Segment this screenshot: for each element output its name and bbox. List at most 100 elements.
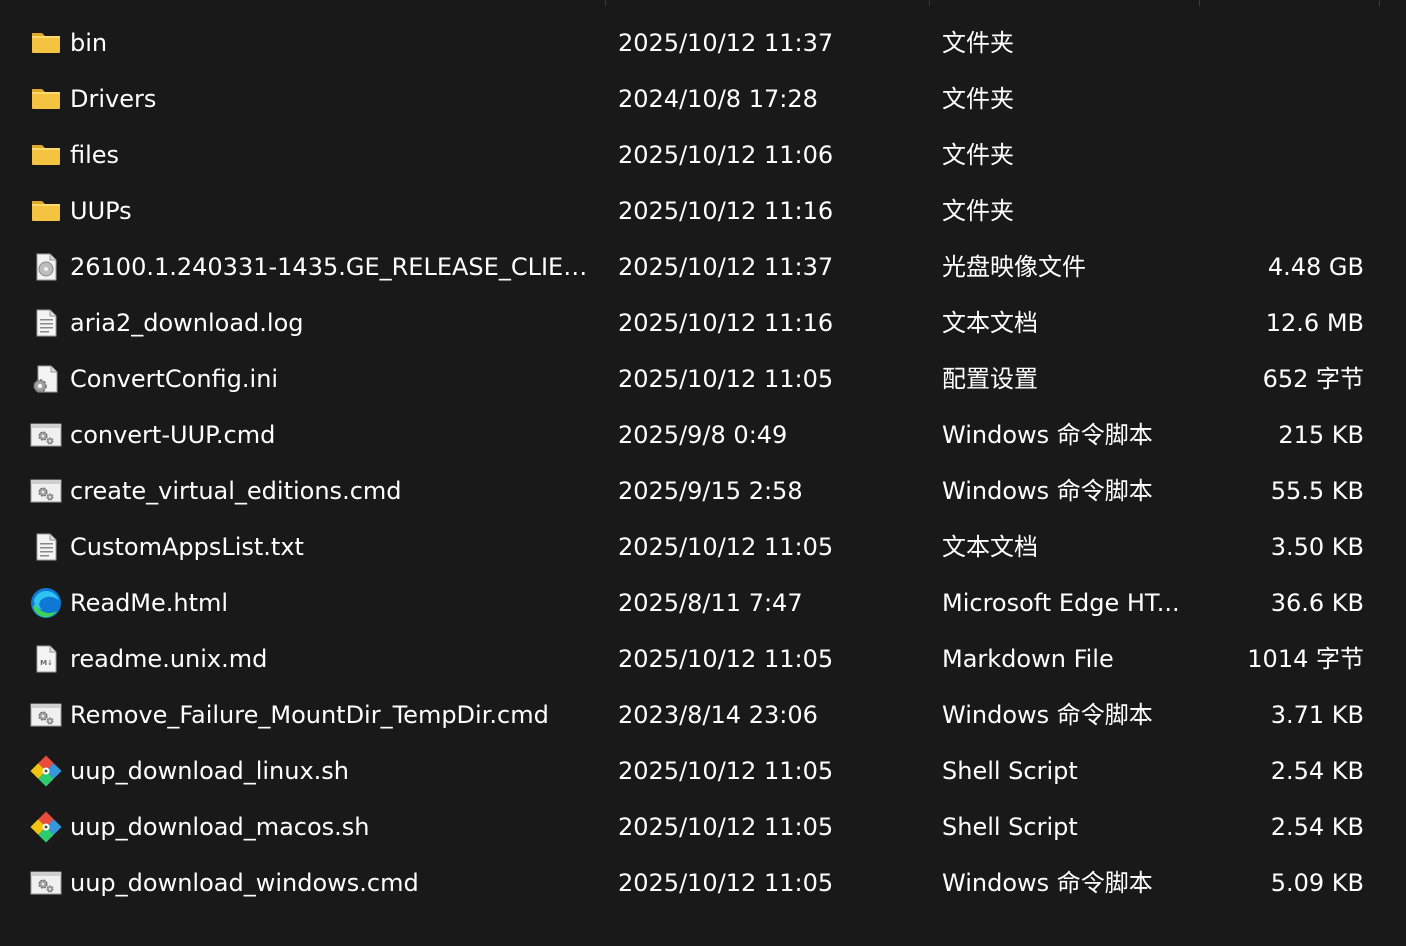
file-row[interactable]: Remove_Failure_MountDir_TempDir.cmd 2023/… — [0, 687, 1380, 743]
file-name: Remove_Failure_MountDir_TempDir.cmd — [70, 701, 549, 729]
file-date-modified: 2025/10/12 11:05 — [618, 757, 834, 785]
file-name: files — [70, 141, 120, 169]
cmd-script-icon — [30, 475, 62, 507]
file-name: Drivers — [70, 85, 157, 113]
file-size: 4.48 GB — [1267, 253, 1364, 281]
git-shell-icon — [30, 811, 62, 843]
file-date-modified: 2023/8/14 23:06 — [618, 701, 818, 729]
file-row[interactable]: uup_download_linux.sh 2025/10/12 11:05 She… — [0, 743, 1380, 799]
file-row[interactable]: ReadMe.html 2025/8/11 7:47 Microsoft Edge … — [0, 575, 1380, 631]
edge-icon — [30, 587, 62, 619]
file-size: 5.09 KB — [1270, 869, 1364, 897]
file-type: 文本文档 — [942, 533, 1038, 561]
file-list: bin 2025/10/12 11:37 文件夹 Drivers 2024/10/8 1… — [0, 15, 1406, 911]
file-size — [1184, 15, 1364, 71]
file-date-modified: 2025/10/12 11:05 — [618, 645, 834, 673]
git-shell-icon — [30, 755, 62, 787]
file-row[interactable]: aria2_download.log 2025/10/12 11:16 文本文档 12… — [0, 295, 1380, 351]
file-date-modified: 2025/10/12 11:16 — [618, 309, 834, 337]
file-date-modified: 2025/10/12 11:16 — [618, 197, 834, 225]
file-row[interactable]: Drivers 2024/10/8 17:28 文件夹 — [0, 71, 1380, 127]
file-type: 文件夹 — [942, 197, 1014, 225]
folder-icon — [30, 83, 62, 115]
folder-icon — [30, 139, 62, 171]
file-type: 光盘映像文件 — [942, 253, 1086, 281]
cmd-script-icon — [30, 419, 62, 451]
column-divider[interactable] — [605, 0, 606, 6]
file-size — [1184, 183, 1364, 239]
file-size: 215 KB — [1278, 421, 1364, 449]
folder-icon — [30, 27, 62, 59]
file-date-modified: 2025/10/12 11:05 — [618, 869, 834, 897]
column-divider[interactable] — [929, 0, 930, 6]
file-date-modified: 2025/10/12 11:05 — [618, 533, 834, 561]
file-name: ConvertConfig.ini — [70, 365, 279, 393]
file-size: 2.54 KB — [1270, 813, 1364, 841]
file-type: 文件夹 — [942, 85, 1014, 113]
file-date-modified: 2025/10/12 11:06 — [618, 141, 834, 169]
file-date-modified: 2025/10/12 11:05 — [618, 813, 834, 841]
markdown-file-icon: M↓ — [30, 643, 62, 675]
file-type: Windows 命令脚本 — [942, 869, 1153, 897]
file-row[interactable]: M↓ readme.unix.md 2025/10/12 11:05 Markdown… — [0, 631, 1380, 687]
file-type: Windows 命令脚本 — [942, 477, 1153, 505]
cmd-script-icon — [30, 867, 62, 899]
file-type: Shell Script — [942, 813, 1078, 841]
column-divider[interactable] — [1379, 0, 1380, 6]
file-row[interactable]: CustomAppsList.txt 2025/10/12 11:05 文本文档 3.… — [0, 519, 1380, 575]
file-type: 配置设置 — [942, 365, 1038, 393]
file-type: 文件夹 — [942, 29, 1014, 57]
file-date-modified: 2025/10/12 11:05 — [618, 365, 834, 393]
file-size: 12.6 MB — [1265, 309, 1364, 337]
file-name: bin — [70, 29, 108, 57]
file-name: convert-UUP.cmd — [70, 421, 276, 449]
file-row[interactable]: ConvertConfig.ini 2025/10/12 11:05 配置设置 652… — [0, 351, 1380, 407]
file-size: 3.71 KB — [1270, 701, 1364, 729]
column-divider[interactable] — [1199, 0, 1200, 6]
file-row[interactable]: 26100.1.240331-1435.GE_RELEASE_CLIENTP..… — [0, 239, 1380, 295]
file-row[interactable]: bin 2025/10/12 11:37 文件夹 — [0, 15, 1380, 71]
config-file-icon — [30, 363, 62, 395]
file-type: Markdown File — [942, 645, 1114, 673]
file-date-modified: 2025/8/11 7:47 — [618, 589, 803, 617]
file-row[interactable]: uup_download_macos.sh 2025/10/12 11:05 She… — [0, 799, 1380, 855]
file-date-modified: 2025/9/15 2:58 — [618, 477, 803, 505]
cmd-script-icon — [30, 699, 62, 731]
file-date-modified: 2025/10/12 11:37 — [618, 253, 834, 281]
file-type: 文本文档 — [942, 309, 1038, 337]
file-row[interactable]: create_virtual_editions.cmd 2025/9/15 2:5… — [0, 463, 1380, 519]
file-name: uup_download_linux.sh — [70, 757, 350, 785]
file-size: 652 字节 — [1262, 365, 1364, 393]
file-size: 1014 字节 — [1247, 645, 1364, 673]
file-row[interactable]: files 2025/10/12 11:06 文件夹 — [0, 127, 1380, 183]
file-date-modified: 2025/9/8 0:49 — [618, 421, 788, 449]
file-size — [1184, 71, 1364, 127]
file-date-modified: 2024/10/8 17:28 — [618, 85, 818, 113]
file-type: Windows 命令脚本 — [942, 701, 1153, 729]
file-name: aria2_download.log — [70, 309, 304, 337]
disc-image-icon — [30, 251, 62, 283]
file-name: UUPs — [70, 197, 132, 225]
file-name: CustomAppsList.txt — [70, 533, 304, 561]
file-type: Microsoft Edge HT... — [942, 589, 1180, 617]
file-type: Windows 命令脚本 — [942, 421, 1153, 449]
text-document-icon — [30, 307, 62, 339]
svg-text:M↓: M↓ — [40, 659, 53, 667]
folder-icon — [30, 195, 62, 227]
file-size: 3.50 KB — [1270, 533, 1364, 561]
file-name: readme.unix.md — [70, 645, 268, 673]
file-type: Shell Script — [942, 757, 1078, 785]
file-size: 36.6 KB — [1270, 589, 1364, 617]
file-row[interactable]: convert-UUP.cmd 2025/9/8 0:49 Windows 命令脚本… — [0, 407, 1380, 463]
file-name: uup_download_windows.cmd — [70, 869, 419, 897]
file-type: 文件夹 — [942, 141, 1014, 169]
text-document-icon — [30, 531, 62, 563]
file-date-modified: 2025/10/12 11:37 — [618, 29, 834, 57]
file-name: ReadMe.html — [70, 589, 229, 617]
file-name: uup_download_macos.sh — [70, 813, 370, 841]
file-size: 2.54 KB — [1270, 757, 1364, 785]
file-row[interactable]: uup_download_windows.cmd 2025/10/12 11:05… — [0, 855, 1380, 911]
file-size: 55.5 KB — [1270, 477, 1364, 505]
file-row[interactable]: UUPs 2025/10/12 11:16 文件夹 — [0, 183, 1380, 239]
file-name: create_virtual_editions.cmd — [70, 477, 402, 505]
